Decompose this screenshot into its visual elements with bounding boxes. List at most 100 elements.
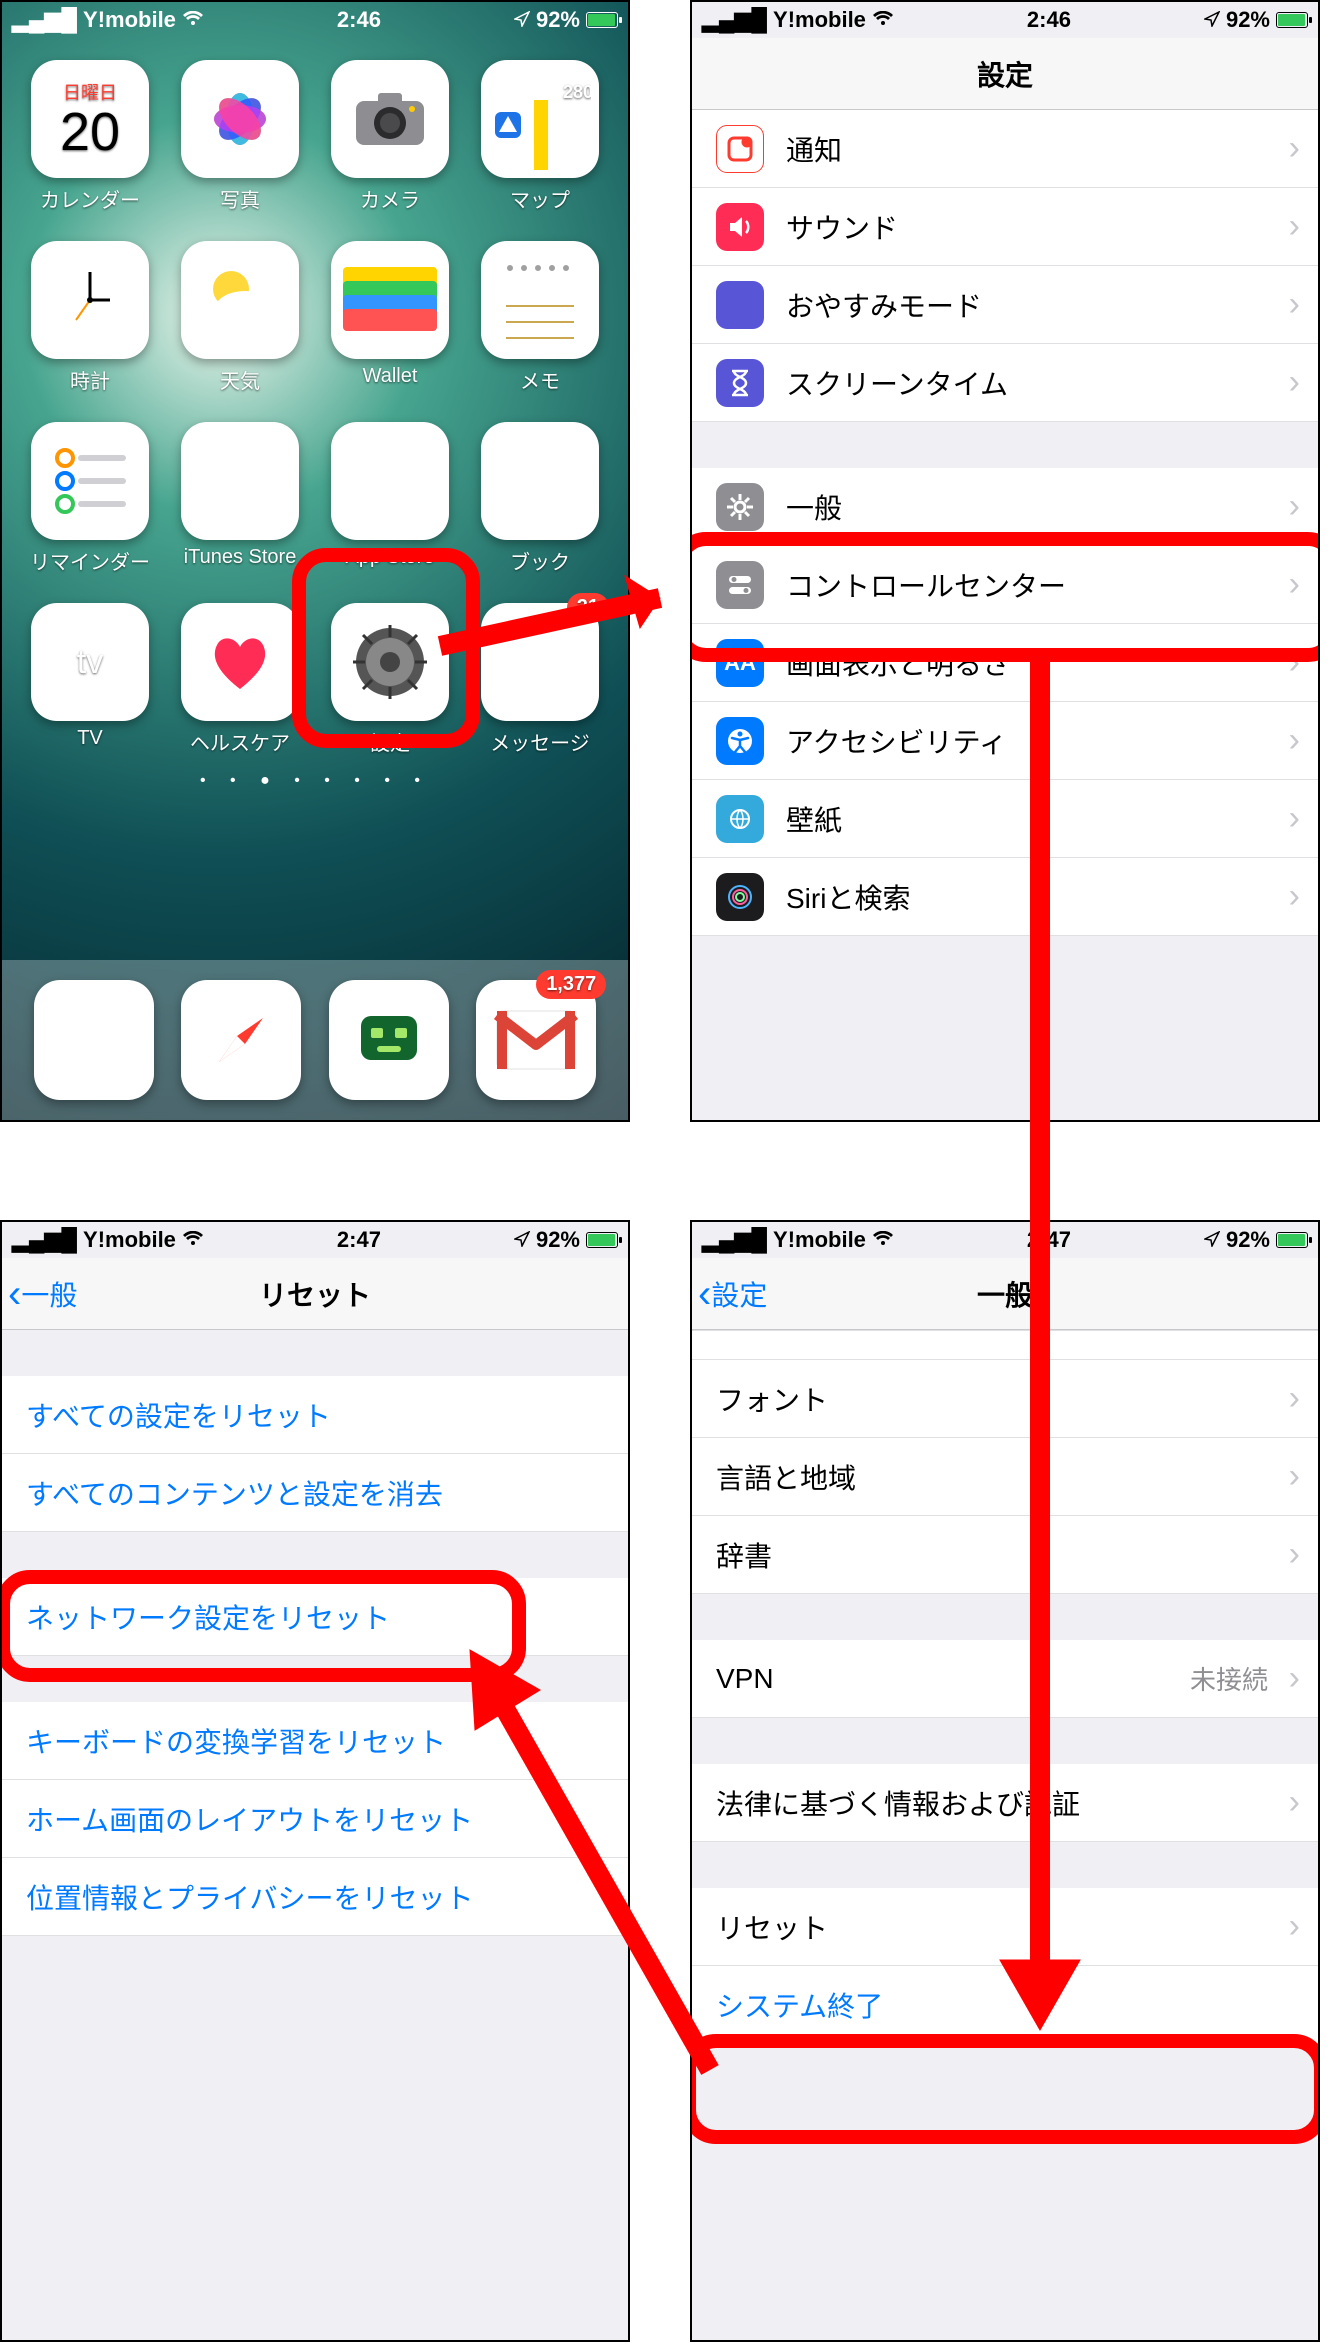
row-screentime[interactable]: スクリーンタイム › — [692, 344, 1318, 422]
page-title: リセット — [259, 1274, 371, 1314]
weather-app[interactable]: 天気 — [174, 241, 306, 394]
notes-icon — [481, 241, 599, 359]
app-label: Wallet — [363, 365, 418, 388]
chevron-right-icon: › — [1289, 363, 1300, 402]
status-bar: ▂▄▆█ Y!mobile 2:46 92% — [692, 2, 1318, 38]
row-label: 通知 — [786, 129, 842, 169]
chevron-right-icon: › — [1289, 487, 1300, 526]
row-notifications[interactable]: 通知 › — [692, 110, 1318, 188]
navbar: 設定 — [692, 38, 1318, 110]
app-label: 設定 — [370, 727, 410, 756]
row-label: 壁紙 — [786, 799, 842, 839]
phone-app[interactable] — [34, 980, 154, 1100]
row-erase-all[interactable]: すべてのコンテンツと設定を消去 — [2, 1454, 628, 1532]
calendar-app[interactable]: 日曜日 20 カレンダー — [24, 60, 156, 213]
row-general[interactable]: 一般 › — [692, 468, 1318, 546]
location-icon — [1204, 1227, 1220, 1253]
page-dots[interactable]: • • ● • • • • • — [2, 772, 628, 790]
camera-icon — [331, 60, 449, 178]
signal-icon: ▂▄▆█ — [12, 1227, 77, 1253]
itunes-store-app[interactable]: iTunes Store — [174, 422, 306, 575]
status-bar: ▂▄▆█ Y!mobile 2:47 92% — [2, 1222, 628, 1258]
row-label: フォント — [716, 1379, 828, 1419]
row-label: おやすみモード — [786, 285, 982, 325]
roboform-app[interactable] — [329, 980, 449, 1100]
app-label: メモ — [520, 365, 560, 394]
home-screen: ▂▄▆█ Y!mobile 2:46 92% 日曜日 20 カレンダー — [0, 0, 630, 1122]
clock-app[interactable]: 時計 — [24, 241, 156, 394]
row-label: キーボードの変換学習をリセット — [26, 1721, 446, 1761]
dock: 1,377 — [2, 960, 628, 1120]
health-app[interactable]: ヘルスケア — [174, 603, 306, 756]
location-icon — [514, 7, 530, 33]
gear-icon — [716, 483, 764, 531]
clock-label: 2:46 — [204, 7, 514, 33]
row-reset-all-settings[interactable]: すべての設定をリセット — [2, 1376, 628, 1454]
chevron-right-icon: › — [1289, 1535, 1300, 1574]
camera-app[interactable]: カメラ — [324, 60, 456, 213]
battery-icon — [1276, 12, 1308, 28]
wallet-app[interactable]: Wallet — [324, 241, 456, 394]
app-label: カレンダー — [40, 184, 140, 213]
app-label: TV — [77, 727, 103, 750]
row-control-center[interactable]: コントロールセンター › — [692, 546, 1318, 624]
chevron-right-icon: › — [1289, 1907, 1300, 1946]
carrier-label: Y!mobile — [773, 7, 866, 33]
row-label: ネットワーク設定をリセット — [26, 1597, 390, 1637]
arrow-2 — [980, 640, 1100, 2040]
chevron-right-icon: › — [1289, 799, 1300, 838]
weather-icon — [181, 241, 299, 359]
app-label: マップ — [510, 184, 570, 213]
reminders-app[interactable]: リマインダー — [24, 422, 156, 575]
row-dnd[interactable]: おやすみモード › — [692, 266, 1318, 344]
books-app[interactable]: ブック — [474, 422, 606, 575]
row-sounds[interactable]: サウンド › — [692, 188, 1318, 266]
back-label: 一般 — [21, 1274, 77, 1314]
app-label: App Store — [346, 546, 435, 569]
arrow-1 — [430, 568, 710, 678]
sound-icon — [716, 203, 764, 251]
back-button[interactable]: ‹ 設定 — [698, 1274, 767, 1314]
maps-icon: 280 — [481, 60, 599, 178]
itunes-icon — [181, 422, 299, 540]
row-label: システム終了 — [716, 1985, 883, 2025]
safari-app[interactable] — [181, 980, 301, 1100]
back-button[interactable]: ‹ 一般 — [8, 1274, 77, 1314]
maps-app[interactable]: 280 マップ — [474, 60, 606, 213]
app-label: リマインダー — [30, 546, 150, 575]
notes-app[interactable]: メモ — [474, 241, 606, 394]
wifi-icon — [872, 1227, 894, 1253]
accessibility-icon — [716, 717, 764, 765]
navbar: ‹ 一般 リセット — [2, 1258, 628, 1330]
health-icon — [181, 603, 299, 721]
battery-icon — [586, 12, 618, 28]
app-label: 写真 — [220, 184, 260, 213]
svg-text:280: 280 — [563, 82, 591, 102]
row-label: Siriと検索 — [786, 877, 910, 917]
chevron-right-icon: › — [1289, 643, 1300, 682]
photos-app[interactable]: 写真 — [174, 60, 306, 213]
photos-icon — [181, 60, 299, 178]
row-label: リセット — [716, 1907, 828, 1947]
chevron-left-icon: ‹ — [8, 1274, 21, 1314]
app-label: カメラ — [360, 184, 420, 213]
row-label: アクセシビリティ — [786, 721, 1007, 761]
app-store-app[interactable]: App Store — [324, 422, 456, 575]
app-label: iTunes Store — [184, 546, 297, 569]
badge: 1,377 — [536, 970, 606, 999]
wallpaper-icon — [716, 795, 764, 843]
row-label: サウンド — [786, 207, 898, 247]
clock-label: 2:46 — [894, 7, 1204, 33]
hourglass-icon — [716, 359, 764, 407]
chevron-right-icon: › — [1289, 1783, 1300, 1822]
app-label: 天気 — [220, 365, 260, 394]
notifications-icon — [716, 125, 764, 173]
app-label: 時計 — [70, 365, 110, 394]
app-label: メッセージ — [490, 727, 590, 756]
text-size-icon: AA — [716, 639, 764, 687]
moon-icon — [716, 281, 764, 329]
battery-label: 92% — [1226, 1227, 1270, 1253]
tv-app[interactable]: tv TV — [24, 603, 156, 756]
gmail-app[interactable]: 1,377 — [476, 980, 596, 1100]
roboform-icon — [329, 980, 449, 1100]
